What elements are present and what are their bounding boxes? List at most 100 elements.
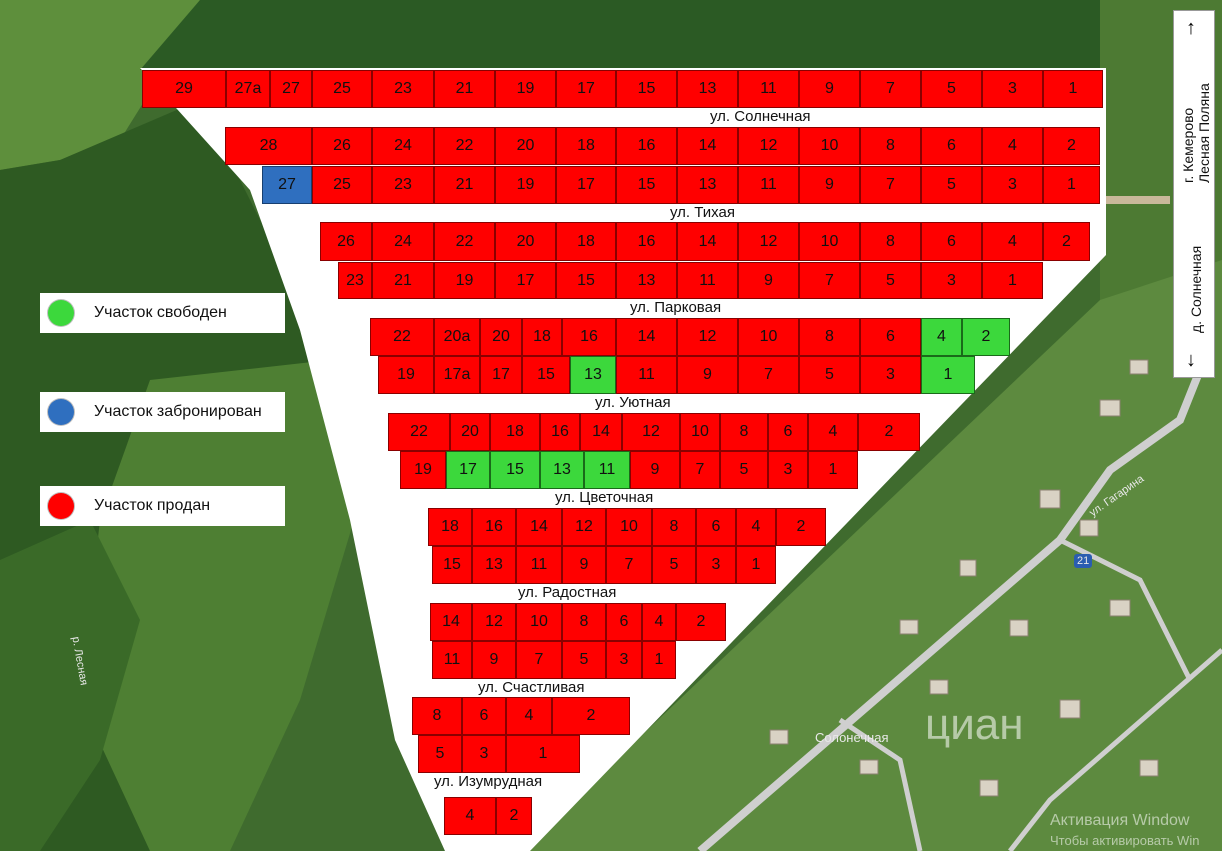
plot-sold[interactable]: 17 bbox=[480, 356, 522, 394]
plot-sold[interactable]: 5 bbox=[921, 70, 982, 108]
plot-sold[interactable]: 25 bbox=[312, 70, 372, 108]
plot-sold[interactable]: 12 bbox=[738, 222, 799, 261]
plot-sold[interactable]: 5 bbox=[921, 166, 982, 204]
plot-sold[interactable]: 12 bbox=[472, 603, 516, 641]
plot-sold[interactable]: 6 bbox=[860, 318, 921, 356]
plot-sold[interactable]: 24 bbox=[372, 127, 434, 165]
plot-sold[interactable]: 7 bbox=[860, 70, 921, 108]
plot-sold[interactable]: 3 bbox=[982, 70, 1043, 108]
plot-sold[interactable]: 18 bbox=[490, 413, 540, 451]
plot-sold[interactable]: 7 bbox=[799, 262, 860, 299]
plot-free[interactable]: 13 bbox=[540, 451, 584, 489]
plot-sold[interactable]: 26 bbox=[320, 222, 372, 261]
plot-sold[interactable]: 14 bbox=[616, 318, 677, 356]
plot-sold[interactable]: 1 bbox=[736, 546, 776, 584]
plot-sold[interactable]: 15 bbox=[616, 70, 677, 108]
plot-sold[interactable]: 15 bbox=[616, 166, 677, 204]
plot-sold[interactable]: 9 bbox=[677, 356, 738, 394]
plot-reserved[interactable]: 27 bbox=[262, 166, 312, 204]
plot-free[interactable]: 15 bbox=[490, 451, 540, 489]
plot-sold[interactable]: 10 bbox=[799, 222, 860, 261]
plot-sold[interactable]: 7 bbox=[680, 451, 720, 489]
plot-sold[interactable]: 18 bbox=[522, 318, 562, 356]
plot-sold[interactable]: 21 bbox=[372, 262, 434, 299]
plot-sold[interactable]: 19 bbox=[378, 356, 434, 394]
plot-sold[interactable]: 17 bbox=[556, 166, 616, 204]
plot-sold[interactable]: 2 bbox=[552, 697, 630, 735]
plot-sold[interactable]: 18 bbox=[556, 127, 616, 165]
plot-sold[interactable]: 2 bbox=[676, 603, 726, 641]
plot-sold[interactable]: 8 bbox=[652, 508, 696, 546]
plot-sold[interactable]: 12 bbox=[622, 413, 680, 451]
plot-free[interactable]: 2 bbox=[962, 318, 1010, 356]
plot-sold[interactable]: 8 bbox=[412, 697, 462, 735]
plot-sold[interactable]: 8 bbox=[799, 318, 860, 356]
plot-sold[interactable]: 16 bbox=[472, 508, 516, 546]
plot-sold[interactable]: 6 bbox=[921, 222, 982, 261]
plot-sold[interactable]: 15 bbox=[432, 546, 472, 584]
plot-sold[interactable]: 8 bbox=[562, 603, 606, 641]
plot-sold[interactable]: 17а bbox=[434, 356, 480, 394]
plot-sold[interactable]: 12 bbox=[738, 127, 799, 165]
plot-sold[interactable]: 2 bbox=[1043, 222, 1090, 261]
plot-sold[interactable]: 1 bbox=[642, 641, 676, 679]
plot-sold[interactable]: 10 bbox=[680, 413, 720, 451]
plot-sold[interactable]: 22 bbox=[434, 127, 495, 165]
plot-sold[interactable]: 7 bbox=[738, 356, 799, 394]
plot-sold[interactable]: 4 bbox=[506, 697, 552, 735]
plot-sold[interactable]: 10 bbox=[606, 508, 652, 546]
plot-sold[interactable]: 4 bbox=[642, 603, 676, 641]
plot-free[interactable]: 17 bbox=[446, 451, 490, 489]
plot-sold[interactable]: 11 bbox=[738, 70, 799, 108]
plot-sold[interactable]: 10 bbox=[799, 127, 860, 165]
plot-sold[interactable]: 3 bbox=[462, 735, 506, 773]
plot-sold[interactable]: 7 bbox=[516, 641, 562, 679]
plot-sold[interactable]: 8 bbox=[860, 127, 921, 165]
plot-sold[interactable]: 14 bbox=[580, 413, 622, 451]
plot-sold[interactable]: 14 bbox=[677, 222, 738, 261]
plot-sold[interactable]: 2 bbox=[858, 413, 920, 451]
plot-sold[interactable]: 16 bbox=[616, 222, 677, 261]
plot-sold[interactable]: 16 bbox=[616, 127, 677, 165]
plot-sold[interactable]: 23 bbox=[338, 262, 372, 299]
plot-sold[interactable]: 11 bbox=[738, 166, 799, 204]
plot-sold[interactable]: 20а bbox=[434, 318, 480, 356]
plot-sold[interactable]: 1 bbox=[808, 451, 858, 489]
plot-sold[interactable]: 16 bbox=[562, 318, 616, 356]
plot-sold[interactable]: 3 bbox=[921, 262, 982, 299]
plot-sold[interactable]: 17 bbox=[556, 70, 616, 108]
plot-sold[interactable]: 9 bbox=[562, 546, 606, 584]
plot-sold[interactable]: 13 bbox=[472, 546, 516, 584]
plot-sold[interactable]: 12 bbox=[562, 508, 606, 546]
plot-sold[interactable]: 18 bbox=[428, 508, 472, 546]
plot-sold[interactable]: 2 bbox=[1043, 127, 1100, 165]
plot-sold[interactable]: 1 bbox=[506, 735, 580, 773]
plot-sold[interactable]: 9 bbox=[799, 166, 860, 204]
plot-sold[interactable]: 14 bbox=[430, 603, 472, 641]
plot-sold[interactable]: 12 bbox=[677, 318, 738, 356]
plot-sold[interactable]: 29 bbox=[142, 70, 226, 108]
plot-sold[interactable]: 28 bbox=[225, 127, 312, 165]
plot-sold[interactable]: 27а bbox=[226, 70, 270, 108]
plot-sold[interactable]: 20 bbox=[495, 222, 556, 261]
plot-sold[interactable]: 11 bbox=[616, 356, 677, 394]
plot-sold[interactable]: 2 bbox=[496, 797, 532, 835]
plot-sold[interactable]: 14 bbox=[516, 508, 562, 546]
plot-sold[interactable]: 15 bbox=[556, 262, 616, 299]
plot-sold[interactable]: 3 bbox=[606, 641, 642, 679]
plot-sold[interactable]: 3 bbox=[696, 546, 736, 584]
plot-sold[interactable]: 5 bbox=[418, 735, 462, 773]
plot-sold[interactable]: 6 bbox=[768, 413, 808, 451]
plot-sold[interactable]: 19 bbox=[495, 166, 556, 204]
plot-sold[interactable]: 1 bbox=[1043, 166, 1100, 204]
plot-sold[interactable]: 5 bbox=[860, 262, 921, 299]
plot-sold[interactable]: 3 bbox=[768, 451, 808, 489]
plot-sold[interactable]: 24 bbox=[372, 222, 434, 261]
plot-sold[interactable]: 22 bbox=[434, 222, 495, 261]
plot-sold[interactable]: 1 bbox=[1043, 70, 1103, 108]
plot-sold[interactable]: 23 bbox=[372, 70, 434, 108]
plot-sold[interactable]: 4 bbox=[982, 222, 1043, 261]
plot-sold[interactable]: 7 bbox=[606, 546, 652, 584]
plot-sold[interactable]: 22 bbox=[388, 413, 450, 451]
plot-sold[interactable]: 2 bbox=[776, 508, 826, 546]
